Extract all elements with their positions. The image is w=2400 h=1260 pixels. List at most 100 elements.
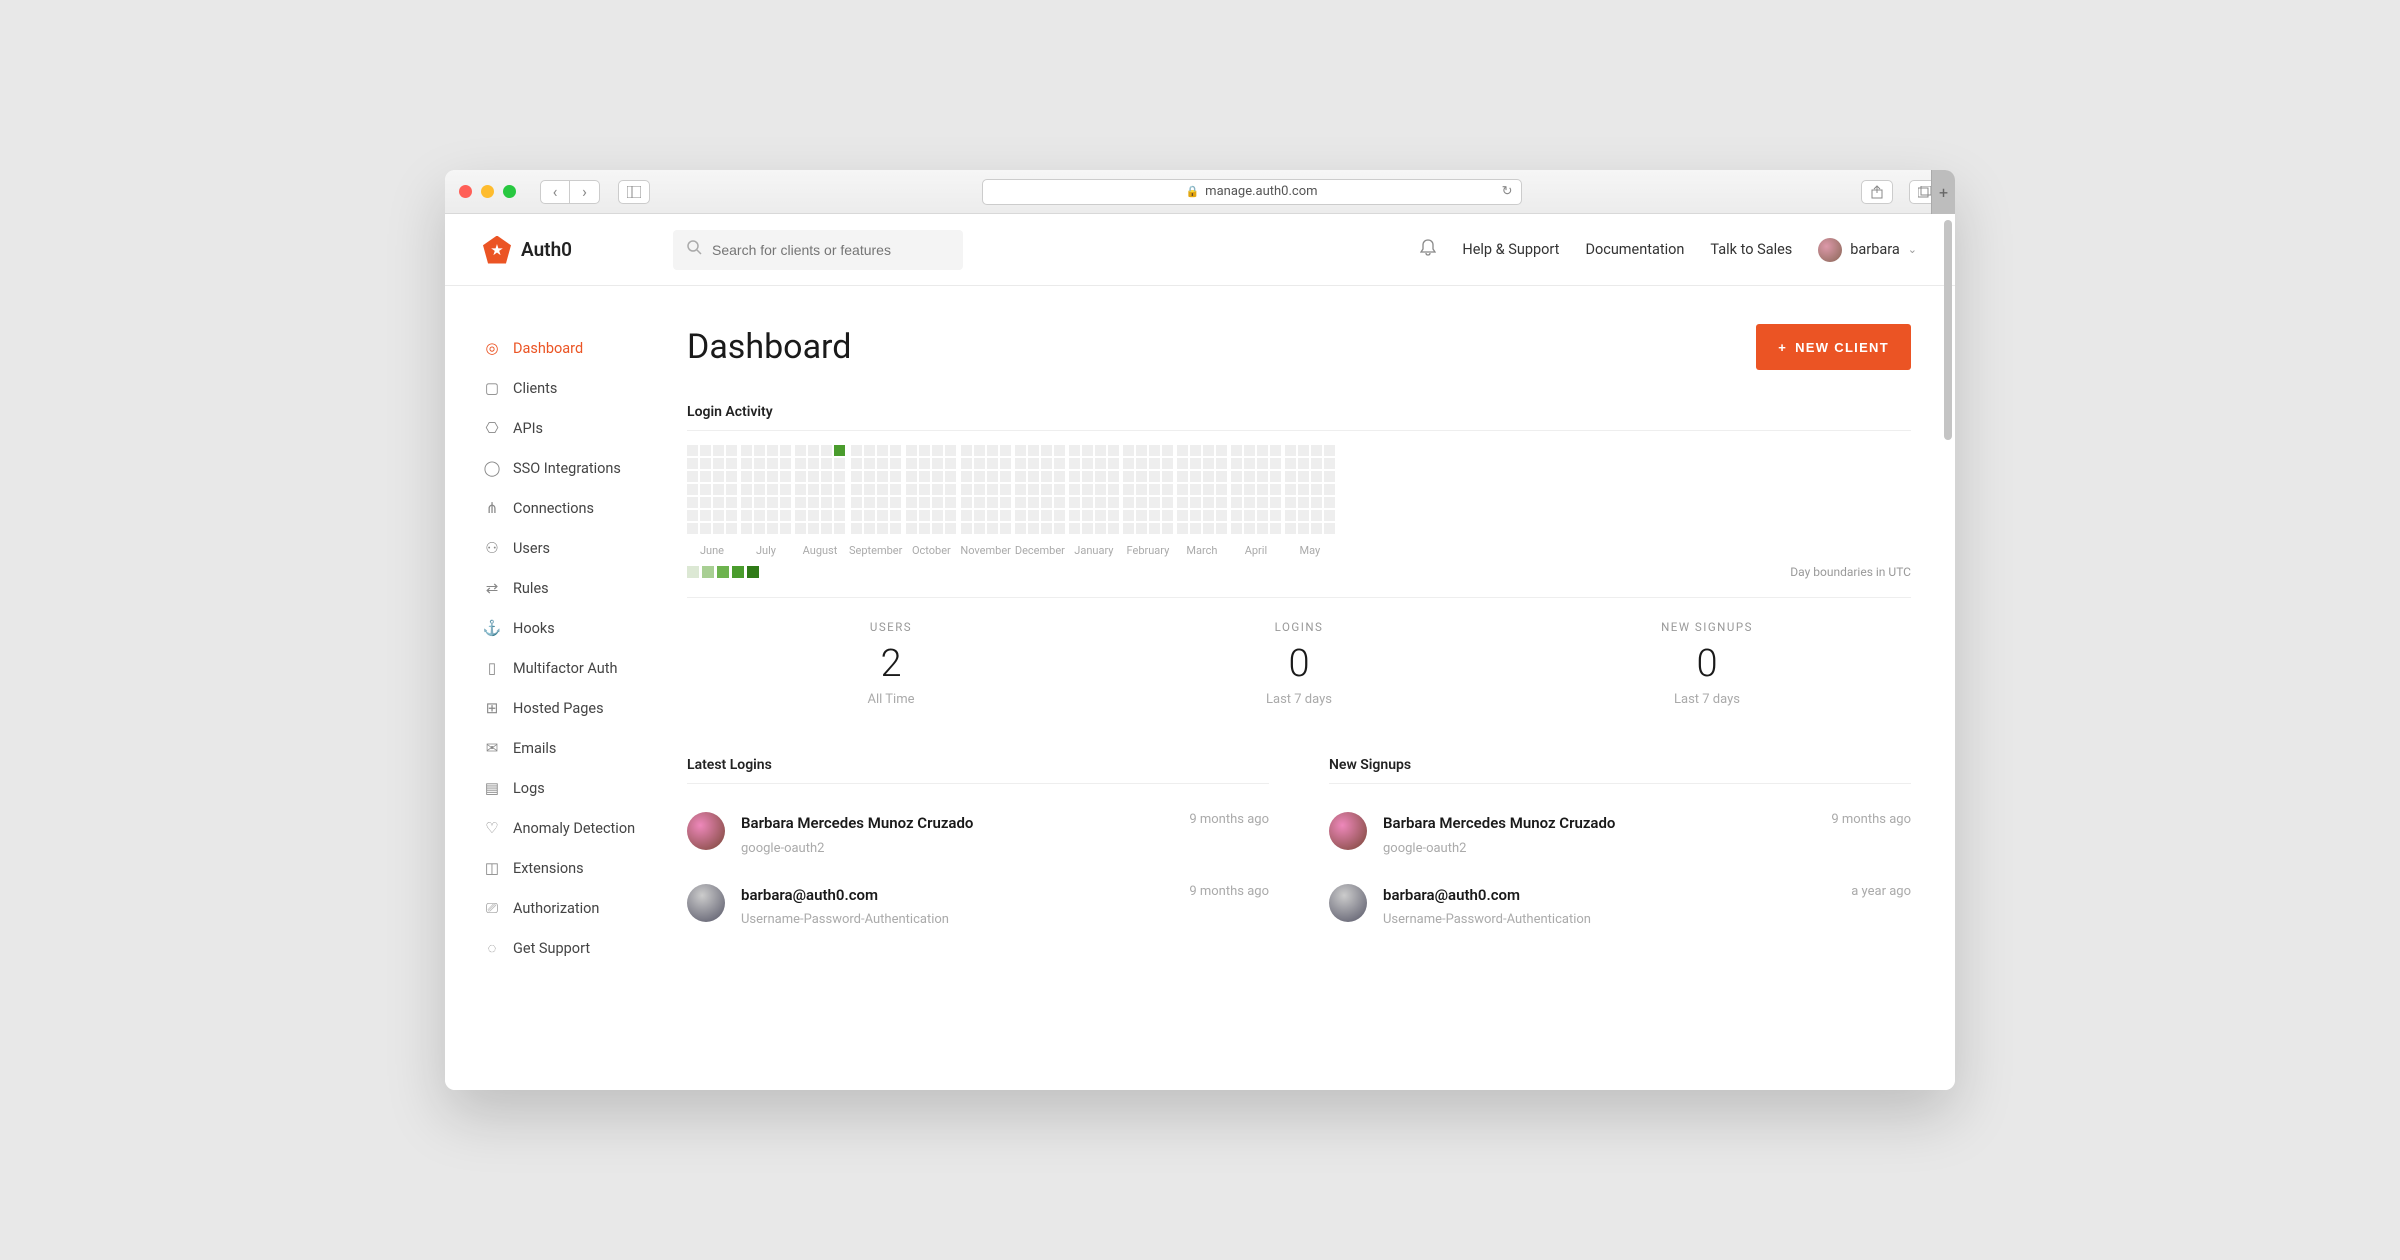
heatmap-day [821,471,832,482]
scrollbar-thumb[interactable] [1944,220,1952,440]
heatmap-day [1000,471,1011,482]
logs-icon: ▤ [483,779,501,797]
sidebar-toggle-button[interactable] [618,180,650,204]
address-bar[interactable]: 🔒 manage.auth0.com ↻ [982,179,1522,205]
heatmap-day [1203,458,1214,469]
maximize-window-icon[interactable] [503,185,516,198]
sidebar-item-multifactor-auth[interactable]: ▯Multifactor Auth [483,648,673,688]
heatmap-day [808,484,819,495]
stat-users: USERS2All Time [687,620,1095,707]
heatmap-day [1136,445,1147,456]
list-item[interactable]: Barbara Mercedes Munoz Cruzado google-oa… [1329,798,1911,870]
list-item[interactable]: Barbara Mercedes Munoz Cruzado google-oa… [687,798,1269,870]
stat-sub: Last 7 days [1095,692,1503,707]
help-link[interactable]: Help & Support [1462,241,1559,258]
stat-value: 0 [1503,642,1911,686]
heatmap-day [974,458,985,469]
heatmap-day [767,445,778,456]
heatmap-day [1108,458,1119,469]
scrollbar-track[interactable] [1944,220,1952,1084]
new-signups-heading: New Signups [1329,757,1911,784]
new-tab-button[interactable]: + [1931,170,1955,214]
heatmap-month: July [741,445,791,557]
heatmap-day [890,484,901,495]
heatmap-day [1054,458,1065,469]
sidebar-item-extensions[interactable]: ◫Extensions [483,848,673,888]
heatmap-day [906,471,917,482]
minimize-window-icon[interactable] [481,185,494,198]
heatmap-day [890,471,901,482]
share-button[interactable] [1861,180,1893,204]
heatmap-day [877,484,888,495]
sidebar-item-authorization[interactable]: ⎚Authorization [483,888,673,928]
sales-link[interactable]: Talk to Sales [1710,241,1792,258]
heatmap-day [754,497,765,508]
heatmap-day [1244,471,1255,482]
heatmap-day [1041,471,1052,482]
authorization-icon: ⎚ [483,899,501,917]
search-input[interactable] [712,242,949,258]
heatmap-day [1108,523,1119,534]
heatmap-day [945,523,956,534]
entry-name: Barbara Mercedes Munoz Cruzado [741,812,1173,835]
close-window-icon[interactable] [459,185,472,198]
heatmap-day [945,471,956,482]
heatmap-day [1177,458,1188,469]
heatmap-day [821,458,832,469]
sidebar-item-connections[interactable]: ⋔Connections [483,488,673,528]
stat-value: 0 [1095,642,1503,686]
sidebar-item-anomaly-detection[interactable]: ♡Anomaly Detection [483,808,673,848]
sidebar-item-sso-integrations[interactable]: ◯SSO Integrations [483,448,673,488]
sidebar-item-get-support[interactable]: ◌Get Support [483,928,673,968]
heatmap-month-label: November [960,544,1011,557]
search-icon [687,240,702,259]
sidebar-item-hosted-pages[interactable]: ⊞Hosted Pages [483,688,673,728]
heatmap-day [1136,458,1147,469]
search-input-wrapper[interactable] [673,230,963,270]
docs-link[interactable]: Documentation [1585,241,1684,258]
heatmap-day [687,445,698,456]
notifications-icon[interactable] [1420,239,1436,260]
heatmap-day [1108,484,1119,495]
heatmap-day [700,471,711,482]
heatmap-day [834,497,845,508]
avatar [1818,238,1842,262]
sidebar-item-emails[interactable]: ✉Emails [483,728,673,768]
heatmap-day [974,445,985,456]
list-item[interactable]: barbara@auth0.com Username-Password-Auth… [1329,870,1911,942]
heatmap-day [1123,445,1134,456]
latest-logins-col: Latest Logins Barbara Mercedes Munoz Cru… [687,757,1269,941]
forward-button[interactable]: › [570,180,600,204]
reload-icon[interactable]: ↻ [1502,184,1513,199]
user-menu[interactable]: barbara ⌄ [1818,238,1917,262]
heatmap-day [741,484,752,495]
logo[interactable]: ★ Auth0 [483,236,673,264]
heatmap-day [1177,471,1188,482]
back-button[interactable]: ‹ [540,180,570,204]
new-client-button[interactable]: + NEW CLIENT [1756,324,1911,370]
sidebar-item-users[interactable]: ⚇Users [483,528,673,568]
heatmap-day [877,523,888,534]
sidebar-item-hooks[interactable]: ⚓Hooks [483,608,673,648]
heatmap-day [1203,497,1214,508]
sidebar-item-apis[interactable]: ⎔APIs [483,408,673,448]
heatmap-day [864,471,875,482]
sidebar-item-logs[interactable]: ▤Logs [483,768,673,808]
heatmap-day [1270,458,1281,469]
sidebar-item-clients[interactable]: ▢Clients [483,368,673,408]
heatmap-day [713,484,724,495]
list-item[interactable]: barbara@auth0.com Username-Password-Auth… [687,870,1269,942]
heatmap-day [864,523,875,534]
heatmap-day [1231,471,1242,482]
heatmap-month-label: April [1245,544,1267,557]
entry-provider: google-oauth2 [1383,841,1815,856]
heatmap-day [1298,445,1309,456]
heatmap-day [821,445,832,456]
heatmap-day [795,458,806,469]
sidebar-item-rules[interactable]: ⇄Rules [483,568,673,608]
heatmap-day [1015,523,1026,534]
heatmap-day [1069,471,1080,482]
heatmap-day [1298,510,1309,521]
heatmap-day [974,523,985,534]
sidebar-item-dashboard[interactable]: ◎Dashboard [483,328,673,368]
